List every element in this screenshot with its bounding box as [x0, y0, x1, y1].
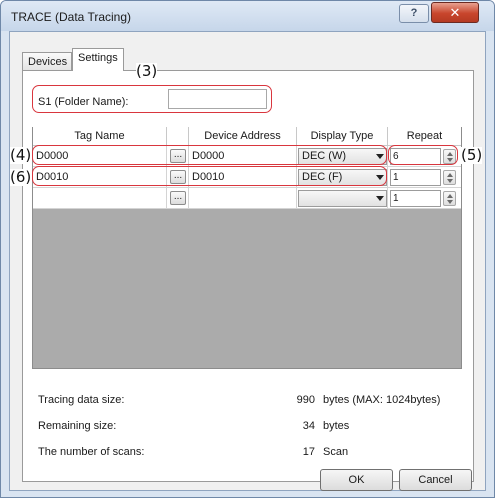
column-header-tag-name[interactable]: Tag Name — [33, 127, 167, 146]
chevron-down-icon — [376, 196, 384, 201]
title-bar: TRACE (Data Tracing) ? ✕ — [1, 1, 494, 31]
spin-down-icon — [447, 158, 453, 162]
remaining-size-unit: bytes — [323, 420, 350, 432]
callout-number-4: (4) — [10, 146, 32, 164]
help-icon: ? — [410, 7, 418, 19]
row3-display-type-select[interactable] — [298, 190, 387, 207]
row2-tag-name-cell[interactable]: D0010 — [33, 167, 167, 188]
spin-down-icon — [447, 179, 453, 183]
tracing-data-size-value: 990 — [296, 394, 315, 406]
spin-up-icon — [447, 194, 453, 198]
spin-up-icon — [447, 152, 453, 156]
chevron-down-icon — [376, 154, 384, 159]
row1-repeat-spinner[interactable] — [443, 149, 456, 164]
row3-repeat-input[interactable]: 1 — [390, 190, 441, 207]
callout-number-5: (5) — [461, 146, 483, 164]
row1-repeat-input[interactable]: 6 — [390, 148, 441, 165]
number-of-scans-label: The number of scans: — [38, 446, 145, 458]
row2-browse-button[interactable]: ... — [170, 170, 186, 184]
folder-name-input[interactable] — [168, 89, 267, 109]
help-button[interactable]: ? — [399, 4, 429, 23]
callout-number-6: (6) — [10, 168, 32, 186]
row2-device-address-cell[interactable]: D0010 — [189, 167, 297, 188]
number-of-scans-value: 17 — [302, 446, 315, 458]
row2-display-type-value: DEC (F) — [302, 171, 343, 183]
callout-number-3: (3) — [136, 62, 158, 80]
close-button[interactable]: ✕ — [431, 2, 479, 23]
row1-device-address-cell[interactable]: D0000 — [189, 146, 297, 167]
cancel-button[interactable]: Cancel — [399, 469, 472, 491]
column-header-display-type[interactable]: Display Type — [297, 127, 388, 146]
remaining-size-value: 34 — [302, 420, 315, 432]
row2-repeat-input[interactable]: 1 — [390, 169, 441, 186]
row3-browse-button[interactable]: ... — [170, 191, 186, 205]
tracing-data-size-label: Tracing data size: — [38, 394, 125, 406]
column-header-browse — [167, 127, 189, 146]
row3-tag-name-cell[interactable] — [33, 188, 167, 209]
close-icon: ✕ — [449, 5, 461, 20]
row1-display-type-select[interactable]: DEC (W) — [298, 148, 387, 165]
row3-repeat-spinner[interactable] — [443, 191, 456, 206]
tracing-data-size-unit: bytes (MAX: 1024bytes) — [323, 394, 441, 406]
column-header-repeat[interactable]: Repeat — [388, 127, 461, 146]
spin-down-icon — [447, 200, 453, 204]
row1-display-type-value: DEC (W) — [302, 150, 346, 162]
window-title: TRACE (Data Tracing) — [11, 10, 132, 24]
number-of-scans-unit: Scan — [323, 446, 349, 458]
remaining-size-label: Remaining size: — [38, 420, 117, 432]
row1-tag-name-cell[interactable]: D0000 — [33, 146, 167, 167]
ok-button[interactable]: OK — [320, 469, 393, 491]
spin-up-icon — [447, 173, 453, 177]
folder-name-label: S1 (Folder Name): — [38, 96, 129, 108]
chevron-down-icon — [376, 175, 384, 180]
row1-browse-button[interactable]: ... — [170, 149, 186, 163]
tab-devices[interactable]: Devices — [22, 52, 72, 70]
row2-display-type-select[interactable]: DEC (F) — [298, 169, 387, 186]
column-header-device-address[interactable]: Device Address — [189, 127, 297, 146]
row3-device-address-cell[interactable] — [189, 188, 297, 209]
tab-settings[interactable]: Settings — [72, 48, 124, 71]
row2-repeat-spinner[interactable] — [443, 170, 456, 185]
